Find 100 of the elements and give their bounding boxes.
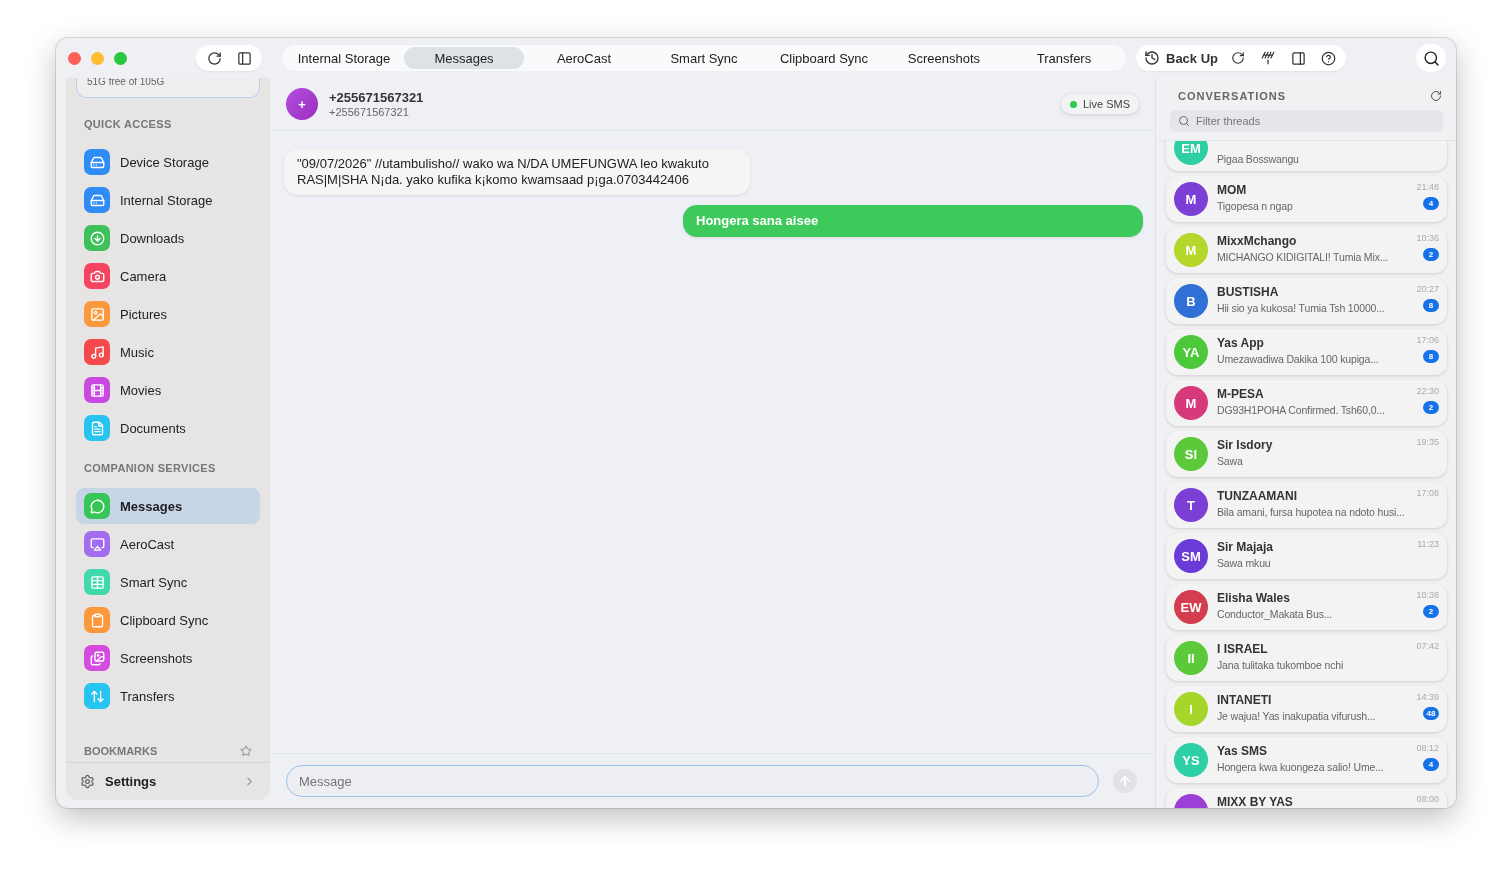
glyph-icon: [89, 154, 105, 170]
contact-avatar: M: [1174, 386, 1208, 420]
tab[interactable]: Clipboard Sync: [764, 47, 884, 69]
contact-avatar: SM: [1174, 539, 1208, 573]
sidebar-item[interactable]: Movies: [76, 372, 260, 408]
sidebar-item[interactable]: Downloads: [76, 220, 260, 256]
message-preview: Hongera kwa kuongeza salio! Ume...: [1217, 761, 1385, 773]
tab[interactable]: Screenshots: [884, 47, 1004, 69]
filter-field[interactable]: Filter threads: [1170, 110, 1443, 132]
conversation-item[interactable]: II I ISRAEL Jana tulitaka tukomboe nchi 07:42: [1166, 635, 1447, 681]
search-icon: [1422, 49, 1440, 67]
storage-text: 51G free of 105G: [87, 78, 165, 87]
search-icon: [1178, 115, 1190, 127]
unread-count-badge: 48: [1423, 707, 1439, 720]
sidebar-item[interactable]: Documents: [76, 410, 260, 446]
glyph-icon: [89, 650, 105, 666]
contact-avatar: SI: [1174, 437, 1208, 471]
contact-name: Sir Isdory: [1217, 438, 1274, 452]
unread-count-badge: 2: [1423, 401, 1439, 414]
message-time: 17:06: [1416, 335, 1439, 345]
conversation-item[interactable]: B BUSTISHA Hii sio ya kukosa! Tumia Tsh 10000... 20:27 8: [1166, 278, 1447, 324]
contact-name: I ISRAEL: [1217, 642, 1269, 656]
contact-avatar: B: [1174, 284, 1208, 318]
message-preview: Sawa: [1217, 455, 1244, 467]
message-time: 20:27: [1416, 284, 1439, 294]
contact-avatar: YS: [1174, 743, 1208, 777]
glyph-icon: [89, 536, 105, 552]
contact-name: MOM: [1217, 183, 1248, 197]
conversation-item[interactable]: YS Yas SMS Hongera kwa kuongeza salio! Ume... 08:12 4: [1166, 737, 1447, 783]
contact-avatar: M: [1174, 182, 1208, 216]
contact-name: MixxMchango: [1217, 234, 1298, 248]
conversation-item[interactable]: YA Yas App Umezawadiwa Dakika 100 kupiga... 17:06 8: [1166, 329, 1447, 375]
conversation-item[interactable]: M MOM Tigopesa n ngap 21:48 4: [1166, 176, 1447, 222]
tab[interactable]: Internal Storage: [284, 47, 404, 69]
sidebar-item[interactable]: Transfers: [76, 678, 260, 714]
conversation-item[interactable]: EW Elisha Wales Conductor_Makata Bus... 10:38 2: [1166, 584, 1447, 630]
glyph-icon: [89, 382, 105, 398]
gear-icon: [80, 774, 95, 789]
tab[interactable]: Smart Sync: [644, 47, 764, 69]
conversation-item[interactable]: EM Pigaa Bosswangu: [1166, 141, 1447, 171]
message-time: 08:12: [1416, 743, 1439, 753]
sidebar-item[interactable]: Messages: [76, 488, 260, 524]
sidebar-icon: [236, 50, 252, 66]
message-preview: Pigaa Bosswangu: [1217, 153, 1300, 165]
contact-avatar: EM: [1174, 141, 1208, 165]
glyph-icon: [89, 192, 105, 208]
sidebar-item[interactable]: Screenshots: [76, 640, 260, 676]
contact-avatar: EW: [1174, 590, 1208, 624]
panel-title: CONVERSATIONS: [1178, 90, 1287, 102]
help-icon: [1320, 50, 1336, 66]
tab[interactable]: Transfers: [1004, 47, 1124, 69]
contact-name: +255671567321: [329, 90, 424, 105]
section-title: QUICK ACCESS: [83, 118, 173, 130]
contact-avatar: M: [1174, 233, 1208, 267]
sidebar-item[interactable]: AeroCast: [76, 526, 260, 562]
unread-count-badge: 8: [1423, 350, 1439, 363]
message-input-field[interactable]: Message: [286, 765, 1099, 797]
conversation-item[interactable]: MIXX BY YAS 08:00: [1166, 788, 1447, 808]
sidebar-item[interactable]: Internal Storage: [76, 182, 260, 218]
contact-name: Yas SMS: [1217, 744, 1269, 758]
contact-name: MIXX BY YAS: [1217, 795, 1294, 808]
message-preview: Jana tulitaka tukomboe nchi: [1217, 659, 1345, 671]
message-preview: DG93H1POHA Confirmed. Tsh60,0...: [1217, 404, 1386, 416]
contact-avatar: +: [286, 88, 318, 120]
conversation-item[interactable]: SM Sir Majaja Sawa mkuu 11:23: [1166, 533, 1447, 579]
message-preview: Conductor_Makata Bus...: [1217, 608, 1334, 620]
contact-avatar: YA: [1174, 335, 1208, 369]
conversation-item[interactable]: M M-PESA DG93H1POHA Confirmed. Tsh60,0... 22:30 2: [1166, 380, 1447, 426]
sidebar-item[interactable]: Pictures: [76, 296, 260, 332]
contact-avatar: I: [1174, 692, 1208, 726]
refresh-icon[interactable]: [1430, 90, 1442, 102]
refresh-icon: [206, 50, 222, 66]
panel-icon: [1290, 50, 1306, 66]
message-preview: Hii sio ya kukosa! Tumia Tsh 10000...: [1217, 302, 1386, 314]
arrow-up-icon: [1118, 774, 1132, 788]
tab[interactable]: AeroCast: [524, 47, 644, 69]
section-title: BOOKMARKS: [84, 745, 158, 757]
history-icon: [1144, 50, 1160, 66]
close-button[interactable]: [68, 51, 81, 65]
sidebar-item[interactable]: Device Storage: [76, 144, 260, 180]
conversation-item[interactable]: I INTANETI Je wajua! Yas inakupatia vifurush... 14:39 48: [1166, 686, 1447, 732]
unread-count-badge: 8: [1423, 299, 1439, 312]
sidebar-item[interactable]: Music: [76, 334, 260, 370]
search-button[interactable]: [1416, 44, 1446, 72]
message-time: 21:48: [1416, 182, 1439, 192]
message-time: 11:23: [1417, 539, 1439, 549]
received-message-bubble: "09/07/2026" //utambulisho// wako wa N/DA UMEFUNGWA leo kwakuto RAS|M|SHA N¡da. yako kufika k¡komo kwamsaad p¡ga.0703442406: [284, 149, 750, 195]
conversation-item[interactable]: T TUNZAAMANI Bila amani, fursa hupotea na ndoto husi... 17:08: [1166, 482, 1447, 528]
contact-number: +255671567321: [329, 106, 410, 118]
sent-message-bubble: Hongera sana aisee: [683, 205, 1143, 237]
star-icon[interactable]: [240, 745, 252, 757]
conversation-item[interactable]: SI Sir Isdory Sawa 19:35: [1166, 431, 1447, 477]
sidebar-item[interactable]: Clipboard Sync: [76, 602, 260, 638]
conversation-item[interactable]: M MixxMchango MICHANGO KIDIGITALI! Tumia Mix... 10:36 2: [1166, 227, 1447, 273]
message-time: 19:35: [1416, 437, 1439, 447]
message-preview: Je wajua! Yas inakupatia vifurush...: [1217, 710, 1377, 722]
glyph-icon: [89, 344, 105, 360]
sidebar-item[interactable]: Camera: [76, 258, 260, 294]
sidebar-item[interactable]: Smart Sync: [76, 564, 260, 600]
tab[interactable]: Messages: [404, 47, 524, 69]
